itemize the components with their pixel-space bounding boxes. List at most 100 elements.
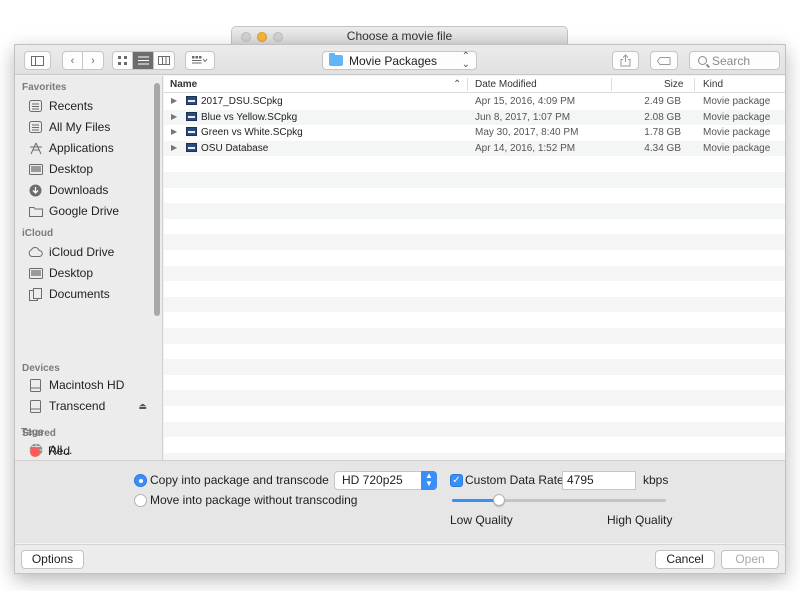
empty-row: [164, 421, 785, 438]
sidebar-item-icloud-drive[interactable]: iCloud Drive: [28, 242, 150, 262]
window-title-bar: Choose a movie file: [231, 26, 568, 45]
sidebar-item-label: Applications: [49, 141, 114, 155]
quality-slider[interactable]: [452, 494, 666, 506]
disclosure-triangle-icon[interactable]: ▶: [171, 96, 177, 105]
empty-row: [164, 265, 785, 282]
column-name-header[interactable]: Name: [170, 79, 197, 90]
column-divider[interactable]: [611, 78, 612, 91]
cancel-button[interactable]: Cancel: [655, 550, 715, 569]
table-row[interactable]: ▶ 2017_DSU.SCpkg Apr 15, 2016, 4:09 PM 2.49…: [164, 94, 785, 110]
open-button[interactable]: Open: [721, 550, 779, 569]
disclosure-triangle-icon[interactable]: ▶: [171, 112, 177, 121]
sidebar-item-label: Macintosh HD: [49, 378, 125, 392]
sidebar-item-documents[interactable]: Documents: [28, 284, 150, 304]
empty-row: [164, 312, 785, 328]
options-button[interactable]: Options: [21, 550, 84, 569]
data-rate-input[interactable]: 4795: [562, 471, 636, 490]
empty-row: [164, 281, 785, 297]
file-dialog: ‹ › Movie Packages ⌃ ⌄ Search Favorites …: [14, 44, 786, 574]
empty-row: [164, 359, 785, 375]
sidebar-item-transcend[interactable]: Transcend ⏏: [28, 396, 150, 416]
format-select[interactable]: HD 720p25 ▲ ▼: [334, 471, 437, 490]
empty-row: [164, 219, 785, 235]
file-name: 2017_DSU.SCpkg: [201, 96, 283, 107]
eject-icon[interactable]: ⏏: [138, 401, 147, 412]
movie-package-icon: [186, 127, 197, 137]
move-without-transcode-radio[interactable]: [134, 494, 147, 507]
forward-button[interactable]: ›: [83, 52, 103, 69]
custom-data-rate-checkbox[interactable]: ✓: [450, 474, 463, 487]
checkmark-icon: ✓: [452, 475, 461, 486]
empty-row: [164, 406, 785, 422]
sidebar-section-icloud: iCloud: [22, 228, 54, 239]
back-button[interactable]: ‹: [63, 52, 83, 69]
empty-row: [164, 188, 785, 204]
column-date-header[interactable]: Date Modified: [475, 79, 537, 90]
recents-icon: [28, 100, 43, 113]
copy-transcode-radio[interactable]: [134, 474, 147, 487]
share-button[interactable]: [612, 51, 639, 70]
empty-row: [164, 452, 785, 460]
disclosure-triangle-icon[interactable]: ▶: [171, 127, 177, 136]
sidebar-scrollbar[interactable]: [154, 83, 160, 316]
search-placeholder: Search: [712, 53, 751, 68]
table-row[interactable]: ▶ Blue vs Yellow.SCpkg Jun 8, 2017, 1:07 P…: [164, 109, 785, 126]
sidebar-item-label: Recents: [49, 99, 94, 113]
grid-icon: [118, 56, 127, 65]
location-popup[interactable]: Movie Packages ⌃ ⌄: [322, 51, 477, 70]
disclosure-triangle-icon[interactable]: ▶: [171, 143, 177, 152]
movie-package-icon: [186, 142, 197, 152]
search-field[interactable]: Search: [689, 51, 780, 70]
applications-icon: [28, 142, 43, 155]
file-date: Apr 15, 2016, 4:09 PM: [475, 96, 576, 107]
sidebar-toggle-button[interactable]: [24, 51, 51, 70]
group-by-button[interactable]: [185, 51, 215, 70]
empty-row: [164, 328, 785, 344]
sidebar-item-desktop[interactable]: Desktop: [28, 159, 150, 179]
sidebar-item-label: Desktop: [49, 162, 94, 176]
desktop-icon: [28, 163, 43, 176]
sort-ascending-icon[interactable]: ⌃: [453, 79, 461, 90]
table-row[interactable]: ▶ OSU Database Apr 14, 2016, 1:52 PM 4.34 G…: [164, 140, 785, 157]
sidebar-item-recents[interactable]: Recents: [28, 96, 150, 116]
documents-icon: [28, 287, 43, 301]
column-size-header[interactable]: Size: [664, 79, 683, 90]
file-name: Blue vs Yellow.SCpkg: [201, 111, 298, 123]
file-kind: Movie package: [703, 142, 771, 154]
empty-row: [164, 250, 785, 266]
list-view-button[interactable]: [133, 52, 154, 69]
sidebar-item-macintosh-hd[interactable]: Macintosh HD: [28, 375, 150, 395]
columns-icon: [158, 56, 170, 65]
sidebar-item-applications[interactable]: Applications: [28, 138, 150, 158]
movie-package-icon: [186, 96, 197, 105]
file-size: 1.78 GB: [644, 127, 681, 139]
column-view-button[interactable]: [154, 52, 174, 69]
column-divider[interactable]: [467, 78, 468, 91]
quality-slider-fill: [452, 499, 500, 502]
sidebar-item-all-my-files[interactable]: All My Files: [28, 117, 150, 137]
column-divider[interactable]: [694, 78, 695, 91]
empty-row: [164, 390, 785, 406]
copy-transcode-label[interactable]: Copy into package and transcode: [150, 473, 329, 487]
list-icon: [137, 56, 149, 65]
quality-slider-knob[interactable]: [493, 494, 506, 506]
tags-button[interactable]: [650, 51, 678, 70]
empty-row: [164, 437, 785, 453]
custom-data-rate-label[interactable]: Custom Data Rate: [465, 473, 564, 487]
folder-icon: [329, 53, 343, 66]
file-size: 2.08 GB: [644, 111, 681, 123]
file-list: Name ⌃ Date Modified Size Kind ▶ 2017_DSU…: [164, 76, 785, 460]
sidebar-item-tag-red[interactable]: Red: [30, 444, 140, 457]
sidebar-section-devices: Devices: [22, 363, 60, 374]
table-row[interactable]: ▶ Green vs White.SCpkg May 30, 2017, 8:40 …: [164, 125, 785, 141]
move-without-transcode-label[interactable]: Move into package without transcoding: [150, 493, 357, 507]
icon-view-button[interactable]: [113, 52, 133, 69]
file-kind: Movie package: [703, 111, 771, 123]
sidebar-item-downloads[interactable]: Downloads: [28, 180, 150, 200]
sidebar-section-tags: Tags: [21, 427, 44, 438]
sidebar-item-google-drive[interactable]: Google Drive: [28, 201, 150, 221]
empty-row: [164, 172, 785, 188]
desktop-icon: [28, 267, 43, 280]
sidebar-item-icloud-desktop[interactable]: Desktop: [28, 263, 150, 283]
column-kind-header[interactable]: Kind: [703, 79, 723, 90]
